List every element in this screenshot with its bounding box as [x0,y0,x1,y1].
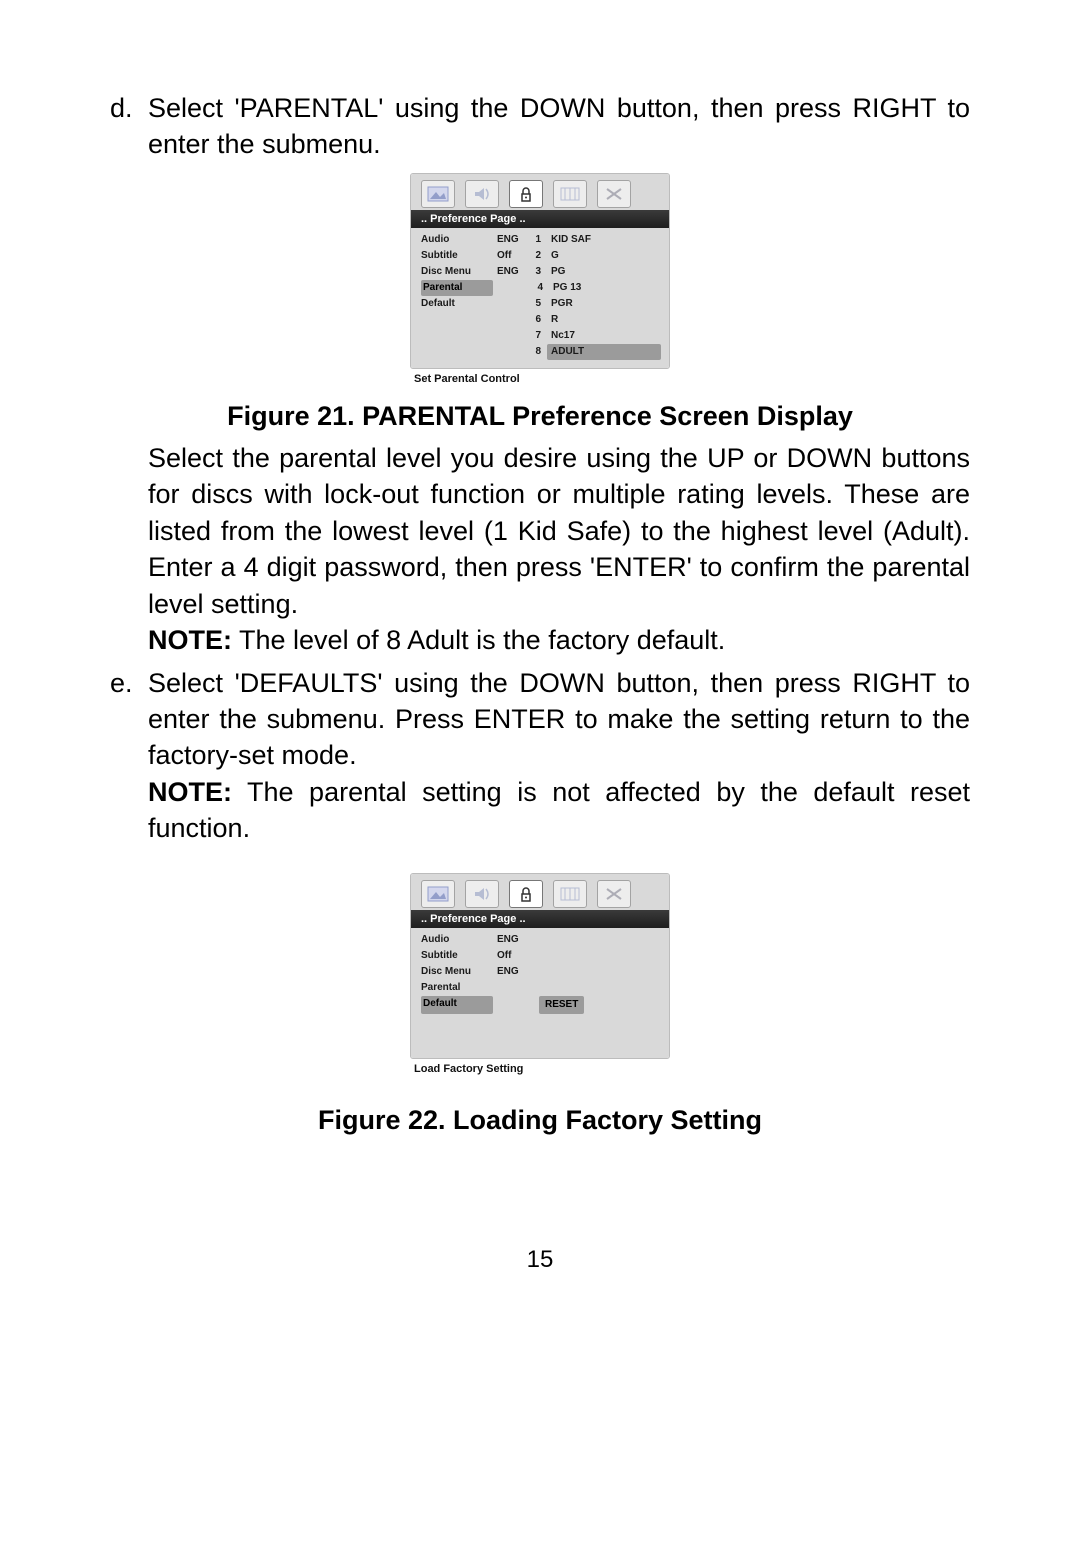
osd-tab-bar [411,874,669,910]
osd-footer: Set Parental Control [410,369,670,385]
rating-num: 5 [531,296,541,312]
step-e: e. Select 'DEFAULTS' using the DOWN butt… [110,665,970,847]
picture-tab-icon [421,180,455,208]
page-number: 15 [110,1246,970,1274]
menu-audio: Audio [421,932,491,948]
preference-tab-icon [509,180,543,208]
rating-label: ADULT [547,344,661,360]
figure-21-caption: Figure 21. PARENTAL Preference Screen Di… [110,401,970,432]
settings-tab-icon [553,180,587,208]
rating-label: G [547,248,661,264]
menu-parental: Parental [421,280,493,296]
menu-discmenu-val: ENG [497,264,525,280]
rating-label: PGR [547,296,661,312]
figure-21: .. Preference Page .. Audio ENG 1 KID SA… [110,173,970,385]
rating-label: PG 13 [549,280,661,296]
rating-num: 1 [531,232,541,248]
rating-num: 3 [531,264,541,280]
document-page: d. Select 'PARENTAL' using the DOWN butt… [0,0,1080,1314]
rating-label: KID SAF [547,232,661,248]
figure-22: .. Preference Page .. Audio ENG Subtitle… [110,873,970,1075]
menu-discmenu-val: ENG [497,964,525,980]
menu-default: Default [421,296,491,312]
reset-option: RESET [539,996,584,1014]
audio-tab-icon [465,880,499,908]
settings-tab-icon [553,880,587,908]
picture-tab-icon [421,880,455,908]
menu-subtitle-val: Off [497,248,525,264]
rating-label: Nc17 [547,328,661,344]
preference-tab-icon [509,880,543,908]
close-tab-icon [597,880,631,908]
step-d: d. Select 'PARENTAL' using the DOWN butt… [110,90,970,163]
step-d-desc: Select the parental level you desire usi… [148,443,970,619]
rating-num: 7 [531,328,541,344]
menu-audio: Audio [421,232,491,248]
rating-num: 4 [533,280,543,296]
osd-body: Audio ENG Subtitle Off Disc Menu ENG Par… [411,928,669,1058]
menu-subtitle-val: Off [497,948,525,964]
osd-footer: Load Factory Setting [410,1059,670,1075]
step-e-note: The parental setting is not affected by … [148,777,970,843]
step-d-desc-wrap: Select the parental level you desire usi… [110,440,970,659]
menu-default: Default [421,996,493,1014]
step-d-intro: Select 'PARENTAL' using the DOWN button,… [148,90,970,163]
menu-discmenu: Disc Menu [421,964,491,980]
menu-subtitle: Subtitle [421,948,491,964]
osd-title-bar: .. Preference Page .. [411,210,669,228]
menu-subtitle: Subtitle [421,248,491,264]
step-d-note: The level of 8 Adult is the factory defa… [232,625,725,655]
step-d-marker: d. [110,90,148,163]
menu-parental: Parental [421,980,491,996]
audio-tab-icon [465,180,499,208]
menu-audio-val: ENG [497,232,525,248]
figure-22-caption: Figure 22. Loading Factory Setting [110,1105,970,1136]
menu-discmenu: Disc Menu [421,264,491,280]
rating-num: 6 [531,312,541,328]
step-e-marker: e. [110,665,148,847]
close-tab-icon [597,180,631,208]
menu-audio-val: ENG [497,932,525,948]
step-d-note-label: NOTE: [148,625,232,655]
rating-label: PG [547,264,661,280]
osd-title-bar: .. Preference Page .. [411,910,669,928]
step-e-note-label: NOTE: [148,777,232,807]
osd-body: Audio ENG 1 KID SAF Subtitle Off 2 G Dis… [411,228,669,368]
rating-num: 8 [531,344,541,360]
rating-label: R [547,312,661,328]
rating-num: 2 [531,248,541,264]
osd-tab-bar [411,174,669,210]
step-e-intro: Select 'DEFAULTS' using the DOWN button,… [148,668,970,771]
